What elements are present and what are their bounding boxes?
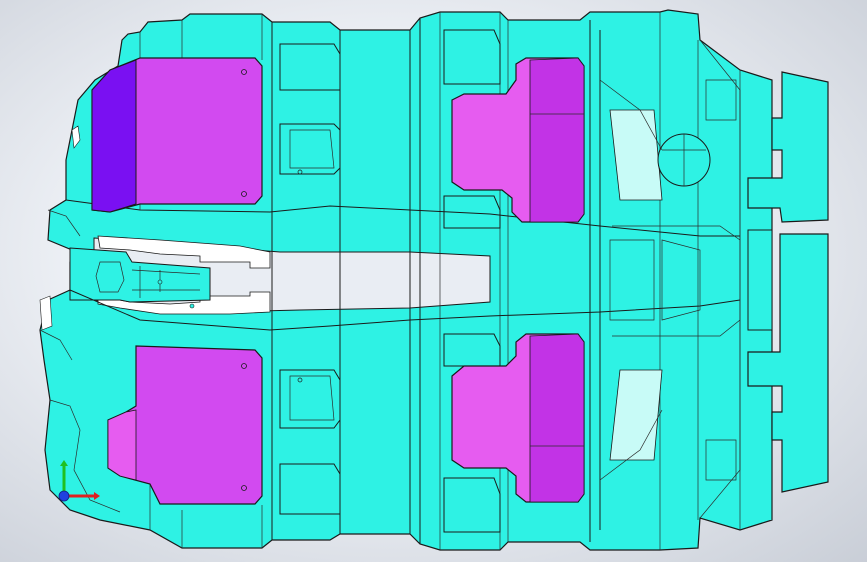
seat-pad-upper-right-shade: [529, 57, 585, 223]
floor-pan-model[interactable]: [0, 0, 867, 562]
z-axis: [58, 490, 70, 502]
3d-viewport[interactable]: [0, 0, 867, 562]
seat-pad-upper-left-shade: [91, 59, 137, 213]
right-panel-bracket: [747, 229, 773, 331]
coordinate-triad: [58, 460, 100, 502]
seat-pad-lower-right-shade: [529, 333, 585, 503]
seat-pad-lower-left-shade: [107, 409, 137, 481]
left-white-flap-lower: [39, 295, 53, 331]
